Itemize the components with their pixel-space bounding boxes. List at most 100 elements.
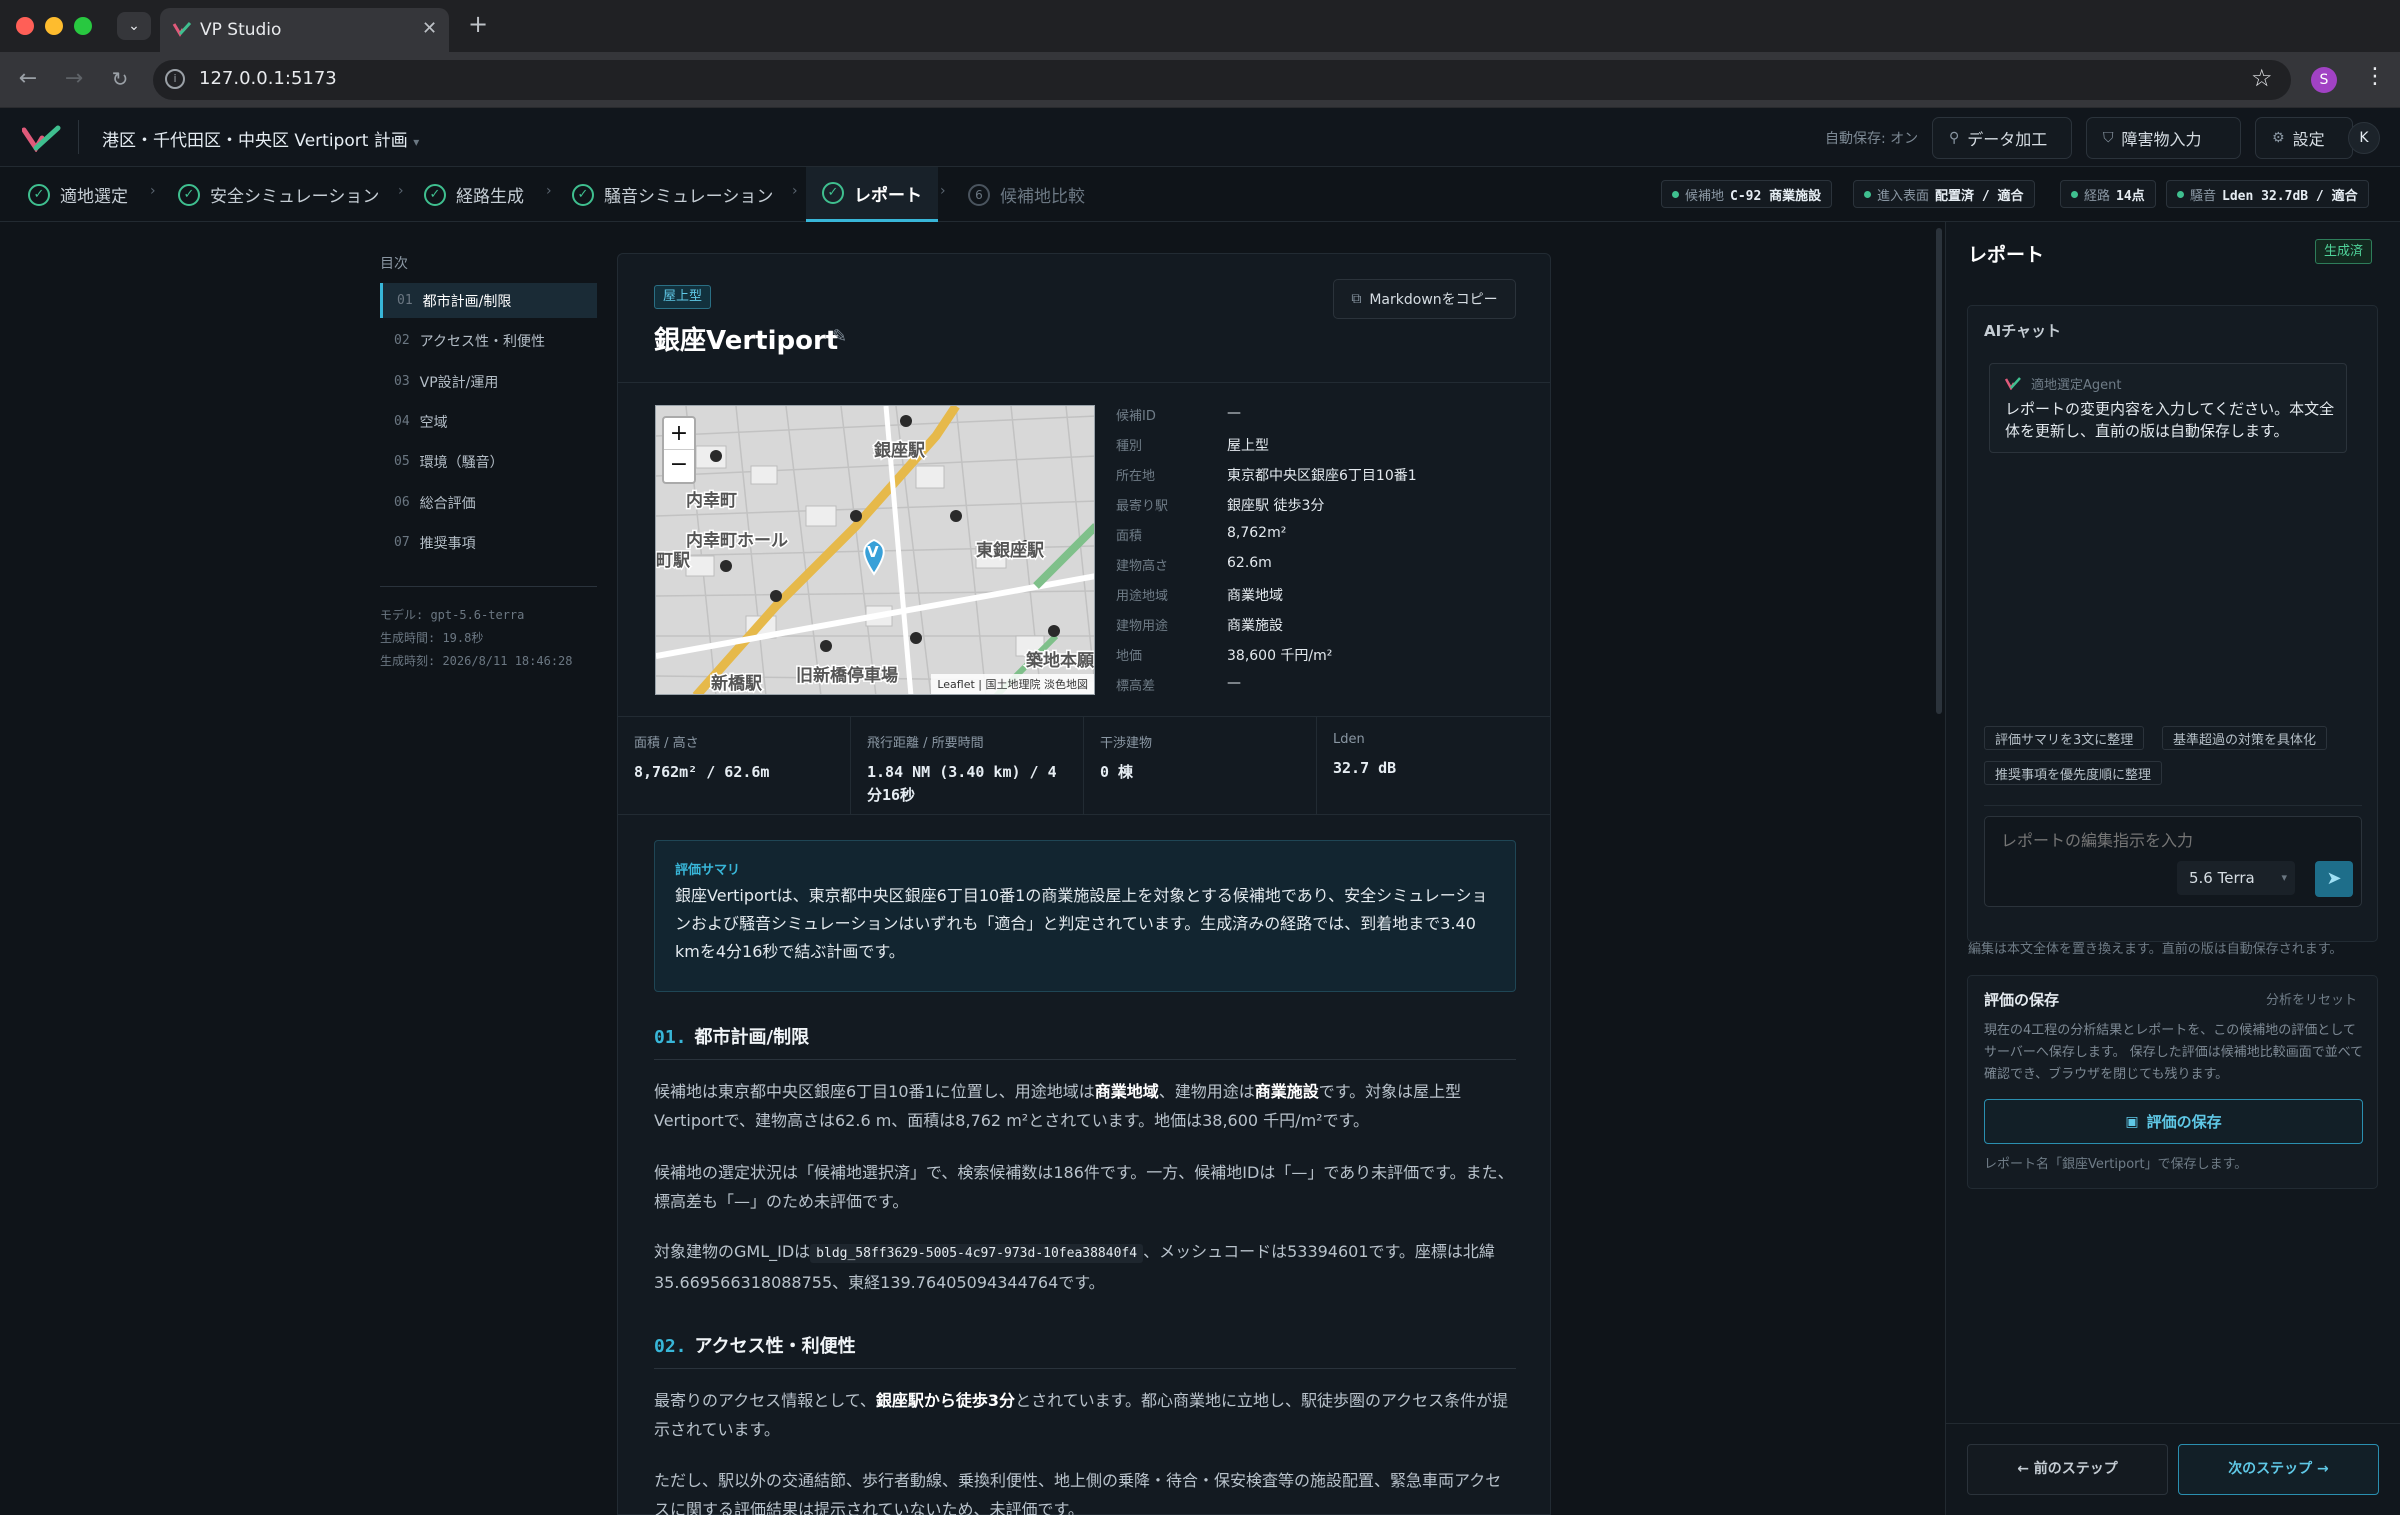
toc-num: 07 [394, 535, 410, 550]
detail-key: 候補ID [1116, 409, 1156, 424]
maximize-window-button[interactable] [74, 17, 92, 35]
zoom-control: + − [662, 416, 696, 484]
tab-close-icon[interactable]: ✕ [422, 18, 437, 39]
reset-analysis-link[interactable]: 分析をリセット [2266, 989, 2357, 1008]
address-bar[interactable]: i 127.0.0.1:5173 ☆ [153, 60, 2291, 100]
back-icon[interactable]: ← [14, 66, 42, 91]
step-safety-simulation[interactable]: ✓ 安全シミュレーション [178, 167, 379, 222]
toc-item-03[interactable]: 03 VP設計/運用 [380, 364, 597, 399]
detail-key: 用途地域 [1116, 589, 1169, 604]
map-attribution[interactable]: Leaflet | 国土地理院 淡色地図 [931, 674, 1094, 694]
type-badge: 屋上型 [654, 285, 712, 309]
data-processing-button[interactable]: ⚲ データ加工 [1932, 117, 2072, 159]
summary-text: 銀座Vertiportは、東京都中央区銀座6丁目10番1の商業施設屋上を対象とす… [675, 886, 1488, 961]
chevron-down-icon: ▾ [2281, 871, 2287, 884]
detail-value: 屋上型 [1227, 438, 1269, 454]
step-candidate-comparison[interactable]: 6 候補地比較 [968, 167, 1085, 222]
model-select-value: 5.6 Terra [2189, 869, 2255, 887]
status-chip-route: 経路 14点 [2060, 180, 2156, 208]
save-evaluation-button[interactable]: ▣ 評価の保存 [1984, 1099, 2363, 1144]
reload-icon[interactable]: ↻ [106, 67, 134, 91]
vp-logo-icon[interactable] [21, 124, 62, 153]
new-tab-icon[interactable]: + [468, 10, 488, 38]
suggestion-button[interactable]: 基準超過の対策を具体化 [2162, 726, 2328, 750]
toc-item-05[interactable]: 05 環境（騒音） [380, 444, 597, 479]
map-label: 築地本願 [1025, 650, 1095, 671]
obstacle-input-button[interactable]: ⛉ 障害物入力 [2086, 117, 2241, 159]
toc-item-02[interactable]: 02 アクセス性・利便性 [380, 323, 597, 358]
toc-num: 03 [394, 374, 410, 389]
section-number: 01. [654, 1027, 687, 1048]
save-disk-icon: ▣ [2125, 1113, 2139, 1130]
project-title[interactable]: 港区・千代田区・中央区 Vertiport 計画 ▾ [102, 126, 419, 151]
chevron-right-icon: › [546, 183, 552, 199]
edit-pencil-icon[interactable]: ✎ [832, 326, 847, 347]
user-avatar[interactable]: K [2348, 122, 2380, 154]
report-edit-input[interactable]: 5.6 Terra ▾ ➤ [1984, 816, 2362, 907]
step-label: レポート [854, 185, 922, 206]
chat-title: AIチャット [1984, 322, 2062, 340]
step-route-generation[interactable]: ✓ 経路生成 [424, 167, 524, 222]
section-number: 02. [654, 1336, 687, 1357]
step-report[interactable]: ✓ レポート [806, 167, 938, 222]
bookmark-star-icon[interactable]: ☆ [2251, 64, 2273, 92]
metric-area-height: 面積 / 高さ 8,762m² / 62.6m [618, 716, 851, 815]
chevron-right-icon: › [940, 183, 946, 199]
map-label: 銀座駅 [874, 440, 926, 461]
generation-timestamp: 生成時刻: 2026/8/11 18:46:28 [380, 654, 573, 668]
detail-value: 商業地域 [1227, 588, 1283, 604]
toc-num: 02 [394, 333, 410, 348]
toc-item-07[interactable]: 07 推奨事項 [380, 525, 597, 560]
metric-lden: Lden 32.7 dB [1317, 716, 1550, 815]
detail-key: 最寄り駅 [1116, 499, 1169, 514]
metric-value: 0 棟 [1100, 763, 1134, 781]
next-step-button[interactable]: 次のステップ → [2178, 1444, 2379, 1495]
suggestion-button[interactable]: 推奨事項を優先度順に整理 [1984, 761, 2163, 785]
toc-item-06[interactable]: 06 総合評価 [380, 485, 597, 520]
edit-instruction-field[interactable] [1985, 825, 2355, 855]
project-menu-icon[interactable]: ▾ [413, 135, 419, 149]
forward-icon[interactable]: → [60, 66, 88, 91]
toc-num: 05 [394, 454, 410, 469]
paragraph: 候補地の選定状況は「候補地選択済」で、検索候補数は186件です。一方、候補地ID… [654, 1158, 1514, 1216]
close-window-button[interactable] [16, 17, 34, 35]
toc-item-04[interactable]: 04 空域 [380, 404, 597, 439]
toc-item-01[interactable]: 01 都市計画/制限 [380, 283, 597, 318]
chat-divider [1984, 805, 2362, 806]
zoom-in-icon[interactable]: + [664, 418, 694, 450]
step-noise-simulation[interactable]: ✓ 騒音シミュレーション [572, 167, 773, 222]
step-number: 6 [968, 183, 990, 206]
toc-num: 06 [394, 495, 410, 510]
location-map[interactable]: 銀座駅 内幸町 内幸町ホール 町駅 東銀座駅 新橋駅 旧新橋停車場 築地本願 V… [655, 405, 1095, 695]
step-label: 適地選定 [60, 187, 128, 207]
site-info-icon[interactable]: i [165, 69, 185, 89]
copy-markdown-button[interactable]: ⧉ Markdownをコピー [1333, 279, 1516, 319]
suggestion-button[interactable]: 評価サマリを3文に整理 [1984, 726, 2145, 750]
settings-button[interactable]: ⚙ 設定 [2255, 117, 2353, 159]
toc-label: 推奨事項 [419, 535, 476, 552]
header-divider [78, 120, 79, 154]
browser-tab[interactable]: VP Studio ✕ [160, 8, 449, 52]
detail-key: 建物用途 [1116, 619, 1169, 634]
profile-avatar[interactable]: S [2311, 67, 2337, 93]
footer-divider [1945, 1423, 2400, 1424]
browser-menu-icon[interactable]: ⋮ [2364, 64, 2386, 89]
map-label: 旧新橋停車場 [796, 665, 898, 686]
zoom-out-icon[interactable]: − [664, 450, 694, 482]
chip-value: C-92 商業施設 [1730, 188, 1822, 204]
content-scrollbar[interactable] [1936, 228, 1942, 714]
tab-title: VP Studio [200, 20, 282, 40]
model-select[interactable]: 5.6 Terra ▾ [2177, 861, 2295, 895]
agent-message-text: レポートの変更内容を入力してください。本文全体を更新し、直前の版は自動保存します… [2005, 400, 2335, 440]
minimize-window-button[interactable] [45, 17, 63, 35]
send-icon[interactable]: ➤ [2315, 861, 2353, 897]
detail-key: 標高差 [1116, 679, 1156, 694]
toc-num: 01 [397, 293, 413, 308]
previous-step-button[interactable]: ← 前のステップ [1967, 1444, 2168, 1495]
step-site-selection[interactable]: ✓ 適地選定 [28, 167, 128, 222]
panel-title: レポート [1968, 244, 2045, 266]
chip-key: 候補地 [1685, 188, 1725, 204]
map-label: 新橋駅 [711, 673, 763, 694]
tab-list-chevron-icon[interactable]: ⌄ [117, 12, 151, 40]
paragraph: ただし、駅以外の交通結節、歩行者動線、乗換利便性、地上側の乗降・待合・保安検査等… [654, 1466, 1514, 1515]
